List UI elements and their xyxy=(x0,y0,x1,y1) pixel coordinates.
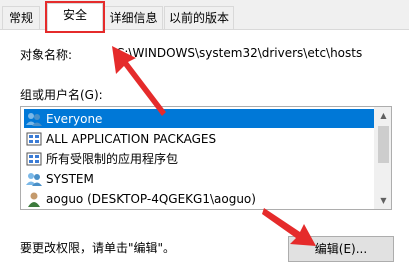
object-name-label: 对象名称: xyxy=(20,48,73,62)
list-item-restricted-packages[interactable]: 所有受限制的应用程序包 xyxy=(24,149,178,168)
scroll-thumb[interactable] xyxy=(378,126,389,163)
packages-icon xyxy=(26,151,42,167)
user-listbox[interactable]: Everyone ALL APPLICATION PACKAGES 所有受限制的… xyxy=(20,106,392,210)
edit-button[interactable]: 编辑(E)... xyxy=(288,236,394,262)
users-group-icon xyxy=(26,111,42,127)
scroll-up-icon[interactable]: ▲ xyxy=(375,107,391,124)
scroll-down-icon[interactable]: ▼ xyxy=(375,192,391,209)
list-item-all-application-packages[interactable]: ALL APPLICATION PACKAGES xyxy=(24,129,216,148)
tab-security[interactable]: 安全 xyxy=(45,1,105,33)
list-item-system[interactable]: SYSTEM xyxy=(24,169,94,188)
change-permission-hint: 要更改权限，请单击"编辑"。 xyxy=(20,241,176,255)
list-item-aoguo[interactable]: aoguo (DESKTOP-4QGEKG1\aoguo) xyxy=(24,189,256,208)
group-or-user-label: 组或用户名(G): xyxy=(20,88,103,102)
list-item-everyone[interactable]: Everyone xyxy=(24,109,374,128)
list-item-label: ALL APPLICATION PACKAGES xyxy=(46,131,217,146)
users-group-icon xyxy=(26,171,42,187)
packages-icon xyxy=(26,131,42,147)
list-item-label: 所有受限制的应用程序包 xyxy=(46,152,179,166)
list-scrollbar[interactable]: ▲ ▼ xyxy=(374,107,391,209)
tab-previous-versions[interactable]: 以前的版本 xyxy=(164,6,234,30)
tab-general[interactable]: 常规 xyxy=(2,6,40,30)
list-item-label: Everyone xyxy=(46,111,103,126)
user-icon xyxy=(26,191,42,207)
tab-details[interactable]: 详细信息 xyxy=(104,6,163,30)
list-item-label: SYSTEM xyxy=(46,171,94,186)
object-name-value: C:\WINDOWS\system32\drivers\etc\hosts xyxy=(116,46,363,60)
tab-bar: 常规 安全 详细信息 以前的版本 xyxy=(0,0,409,33)
list-item-label: aoguo (DESKTOP-4QGEKG1\aoguo) xyxy=(46,191,256,206)
